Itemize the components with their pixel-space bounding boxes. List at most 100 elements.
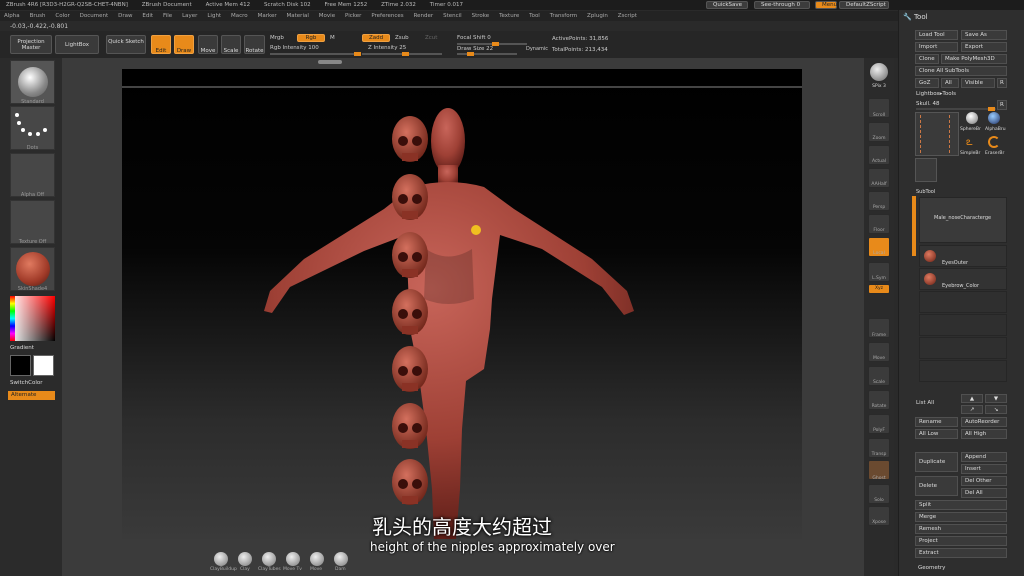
gradient-toggle[interactable]: Gradient bbox=[10, 345, 34, 351]
zcut-toggle[interactable]: Zcut bbox=[425, 35, 437, 41]
menu-preferences[interactable]: Preferences bbox=[371, 13, 403, 19]
subtool-item-empty[interactable] bbox=[919, 337, 1007, 359]
stroke-thumbnail[interactable] bbox=[10, 106, 55, 150]
current-tool-thumbnail[interactable] bbox=[915, 112, 959, 156]
current-tool-slider-track[interactable] bbox=[916, 107, 996, 111]
append-button[interactable]: Append bbox=[961, 452, 1007, 462]
geometry-section-header[interactable]: Geometry bbox=[918, 565, 945, 571]
rotate-button[interactable]: Rotate bbox=[244, 35, 265, 54]
all-low-button[interactable]: All Low bbox=[915, 429, 958, 439]
subtool-scrollbar[interactable] bbox=[912, 196, 916, 256]
del-all-button[interactable]: Del All bbox=[961, 488, 1007, 498]
spix-slider[interactable]: SPix 3 bbox=[864, 84, 894, 89]
menu-file[interactable]: File bbox=[163, 13, 172, 19]
eraser-brush-icon[interactable] bbox=[988, 136, 1000, 148]
delete-button[interactable]: Delete bbox=[915, 476, 958, 496]
subtool-item-empty[interactable] bbox=[919, 314, 1007, 336]
menu-zscript[interactable]: Zscript bbox=[618, 13, 637, 19]
del-other-button[interactable]: Del Other bbox=[961, 476, 1007, 486]
move-subtool-up-arrow-icon[interactable]: ▲ bbox=[961, 394, 983, 403]
menu-picker[interactable]: Picker bbox=[345, 13, 361, 19]
all-high-button[interactable]: All High bbox=[961, 429, 1007, 439]
menu-document[interactable]: Document bbox=[80, 13, 109, 19]
menu-marker[interactable]: Marker bbox=[258, 13, 277, 19]
color-picker[interactable] bbox=[10, 296, 55, 341]
dam-standard-brush-icon[interactable] bbox=[334, 552, 348, 566]
split-button[interactable]: Split bbox=[915, 500, 1007, 510]
texture-thumbnail[interactable] bbox=[10, 200, 55, 244]
autoreorder-button[interactable]: AutoReorder bbox=[961, 417, 1007, 427]
zsub-toggle[interactable]: Zsub bbox=[395, 35, 409, 41]
menu-movie[interactable]: Movie bbox=[319, 13, 335, 19]
move-subtool-down-curve-icon[interactable]: ↘ bbox=[985, 405, 1007, 414]
menu-material[interactable]: Material bbox=[287, 13, 309, 19]
insert-button[interactable]: Insert bbox=[961, 464, 1007, 474]
projection-master-button[interactable]: Projection Master bbox=[10, 35, 52, 54]
menu-light[interactable]: Light bbox=[207, 13, 221, 19]
subtool-section-header[interactable]: SubTool bbox=[916, 189, 935, 195]
draw-size-slider[interactable] bbox=[457, 52, 517, 56]
extract-button[interactable]: Extract bbox=[915, 548, 1007, 558]
scale-button[interactable]: Scale bbox=[221, 35, 241, 54]
sphere-brush-icon[interactable] bbox=[966, 112, 978, 124]
project-button[interactable]: Project bbox=[915, 536, 1007, 546]
default-zscript-button[interactable]: DefaultZScript bbox=[839, 1, 889, 9]
zadd-toggle[interactable]: Zadd bbox=[362, 34, 390, 42]
menu-draw[interactable]: Draw bbox=[118, 13, 132, 19]
quick-sketch-button[interactable]: Quick Sketch bbox=[106, 35, 146, 54]
m-toggle[interactable]: M bbox=[330, 35, 335, 41]
save-as-button[interactable]: Save As bbox=[961, 30, 1007, 40]
move-subtool-down-arrow-icon[interactable]: ▼ bbox=[985, 394, 1007, 403]
draw-button[interactable]: Draw bbox=[174, 35, 194, 54]
subtool-item-eyes[interactable]: EyesOuter bbox=[919, 245, 1007, 267]
menu-stencil[interactable]: Stencil bbox=[443, 13, 462, 19]
load-tool-button[interactable]: Load Tool bbox=[915, 30, 958, 40]
current-tool-slider[interactable]: Skull. 48 bbox=[916, 101, 940, 107]
goz-r-button[interactable]: R bbox=[997, 78, 1007, 88]
z-intensity-slider[interactable] bbox=[362, 52, 442, 56]
current-tool-slider-knob[interactable] bbox=[988, 107, 995, 111]
focal-shift-slider[interactable] bbox=[457, 42, 527, 46]
main-color-swatch[interactable] bbox=[10, 355, 31, 376]
clone-all-subtools-button[interactable]: Clone All SubTools bbox=[915, 66, 1007, 76]
draw-size-knob[interactable] bbox=[467, 52, 474, 56]
goz-visible-button[interactable]: Visible bbox=[961, 78, 995, 88]
hue-strip[interactable] bbox=[10, 296, 15, 341]
menu-macro[interactable]: Macro bbox=[231, 13, 248, 19]
menu-stroke[interactable]: Stroke bbox=[472, 13, 490, 19]
rgb-intensity-knob[interactable] bbox=[354, 52, 361, 56]
subtool-item-eyebrow[interactable]: Eyebrow_Color bbox=[919, 268, 1007, 290]
menu-edit[interactable]: Edit bbox=[142, 13, 153, 19]
menu-zplugin[interactable]: Zplugin bbox=[587, 13, 608, 19]
claybuildup-brush-icon[interactable] bbox=[214, 552, 228, 566]
subtool-item-empty[interactable] bbox=[919, 360, 1007, 382]
list-all-button[interactable]: List All bbox=[916, 400, 934, 406]
rename-button[interactable]: Rename bbox=[915, 417, 958, 427]
edit-button[interactable]: Edit bbox=[151, 35, 171, 54]
subtool-item-male[interactable]: Male_noseCharacterge bbox=[919, 197, 1007, 243]
menu-tool[interactable]: Tool bbox=[529, 13, 540, 19]
document-viewport[interactable] bbox=[122, 69, 802, 539]
material-thumbnail[interactable] bbox=[10, 247, 55, 291]
merge-button[interactable]: Merge bbox=[915, 512, 1007, 522]
alternate-button[interactable]: Alternate bbox=[8, 391, 55, 400]
brush-thumbnail[interactable] bbox=[10, 60, 55, 104]
menu-transform[interactable]: Transform bbox=[550, 13, 577, 19]
secondary-color-swatch[interactable] bbox=[33, 355, 54, 376]
goz-button[interactable]: GoZ bbox=[915, 78, 939, 88]
claytubes-brush-icon[interactable] bbox=[262, 552, 276, 566]
rgb-toggle[interactable]: Rgb bbox=[297, 34, 325, 42]
see-through-slider[interactable]: See-through 0 bbox=[754, 1, 810, 9]
bpr-button[interactable] bbox=[869, 62, 889, 82]
alpha-thumbnail[interactable] bbox=[10, 153, 55, 197]
menu-alpha[interactable]: Alpha bbox=[4, 13, 20, 19]
clone-button[interactable]: Clone bbox=[915, 54, 939, 64]
move-topological-brush-icon[interactable] bbox=[286, 552, 300, 566]
canvas-scroll-handle[interactable] bbox=[318, 60, 342, 64]
z-intensity-knob[interactable] bbox=[402, 52, 409, 56]
switch-color-button[interactable]: SwitchColor bbox=[10, 380, 43, 386]
clay-brush-icon[interactable] bbox=[238, 552, 252, 566]
menu-render[interactable]: Render bbox=[414, 13, 434, 19]
import-button[interactable]: Import bbox=[915, 42, 958, 52]
subtool-item-empty[interactable] bbox=[919, 291, 1007, 313]
